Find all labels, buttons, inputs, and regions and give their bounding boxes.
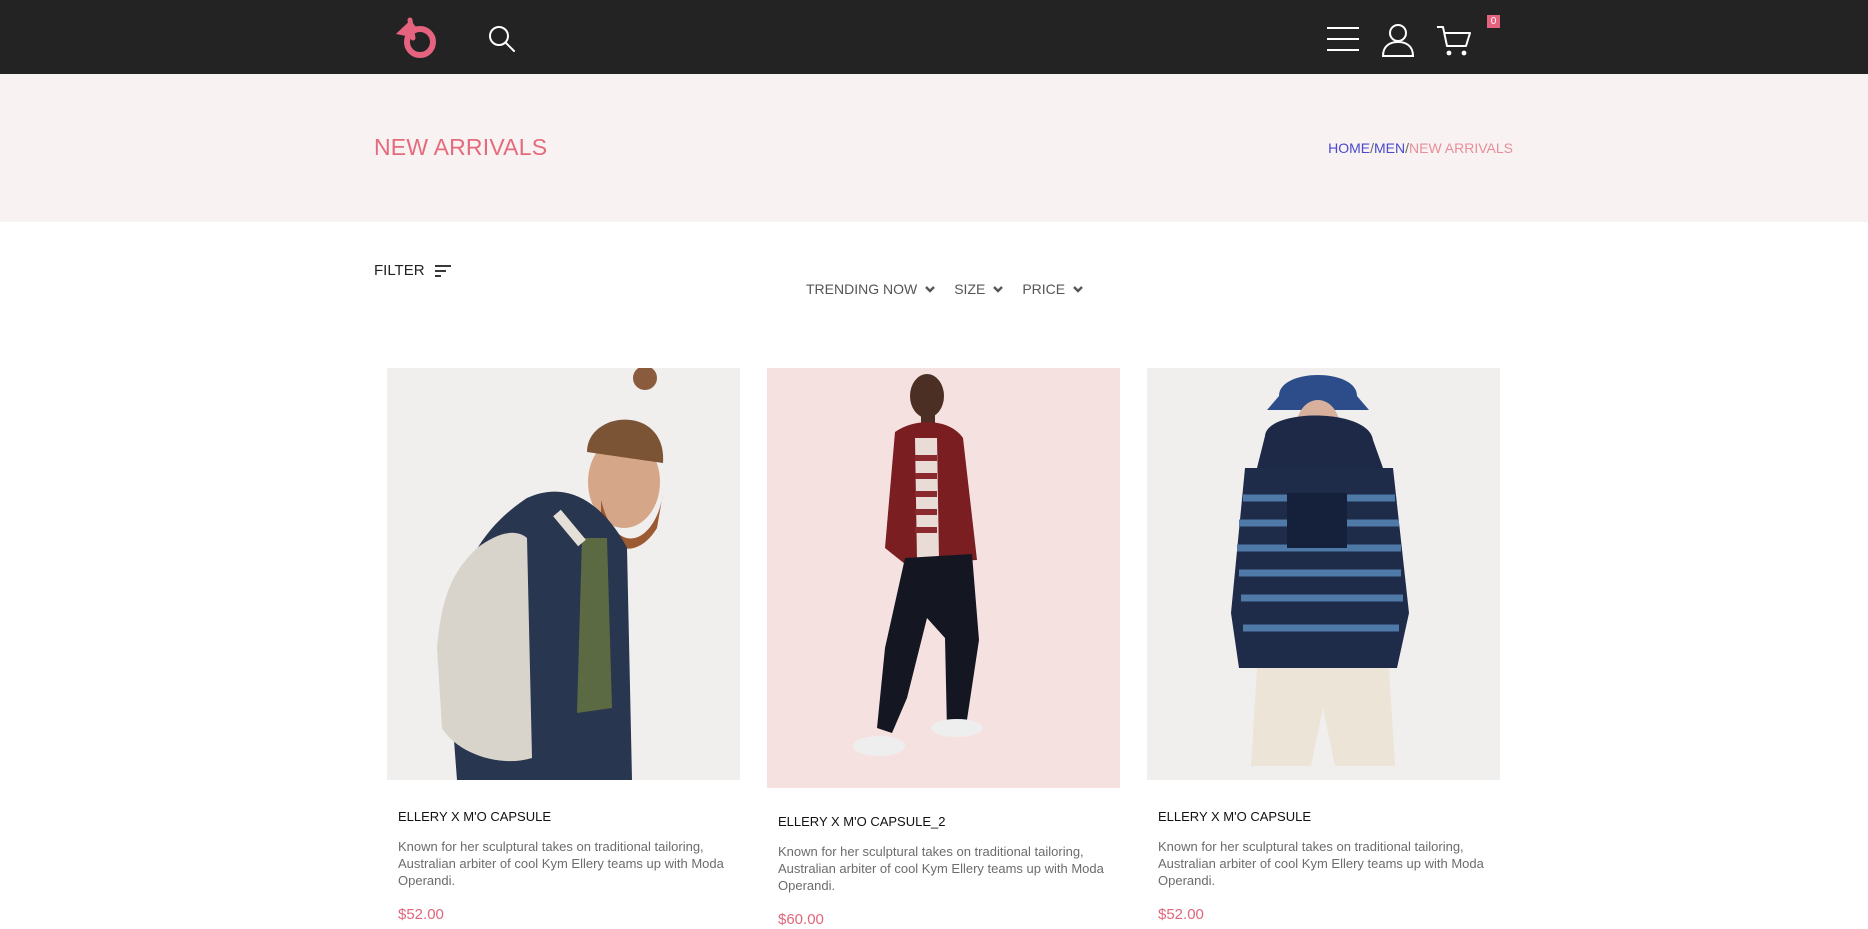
cart-count-badge: 0 (1487, 15, 1500, 28)
product-title[interactable]: ELLERY X M'O CAPSULE (398, 809, 551, 824)
breadcrumb: HOME/MEN/NEW ARRIVALS (1328, 140, 1513, 156)
product-photo-man-walking (767, 368, 1120, 788)
breadcrumb-current: NEW ARRIVALS (1409, 140, 1513, 156)
product-price: $52.00 (1158, 906, 1204, 923)
product-price: $52.00 (398, 906, 444, 923)
filter-label: FILTER (374, 262, 425, 279)
filter-button[interactable]: FILTER (374, 262, 452, 279)
filter-lines-icon (434, 264, 451, 277)
chevron-down-icon (1073, 286, 1083, 293)
product-description: Known for her sculptural takes on tradit… (398, 839, 724, 888)
product-card[interactable]: ELLERY X M'O CAPSULE Known for her sculp… (1147, 368, 1500, 929)
page-title: NEW ARRIVALS (374, 134, 548, 160)
cart-icon[interactable] (1436, 24, 1472, 58)
chevron-down-icon (993, 286, 1004, 293)
product-card[interactable]: ELLERY X M'O CAPSULE Known for her sculp… (387, 368, 740, 929)
sort-size-dropdown[interactable]: SIZE (954, 281, 1004, 297)
sort-size-label: SIZE (954, 281, 986, 297)
product-card[interactable]: ELLERY X M'O CAPSULE_2 Known for her scu… (767, 368, 1120, 929)
page-header-banner (0, 74, 1868, 222)
sort-trending-dropdown[interactable]: TRENDING NOW (806, 281, 936, 297)
product-title[interactable]: ELLERY X M'O CAPSULE (1158, 809, 1311, 824)
product-description: Known for her sculptural takes on tradit… (1158, 839, 1484, 888)
sort-options: TRENDING NOW SIZE PRICE (806, 281, 1084, 297)
search-icon[interactable] (488, 25, 516, 53)
top-navigation-bar: 0 (0, 0, 1868, 74)
sort-price-dropdown[interactable]: PRICE (1022, 281, 1084, 297)
sort-trending-label: TRENDING NOW (806, 281, 918, 297)
product-image[interactable] (767, 368, 1120, 788)
product-photo-man-backpack (387, 368, 740, 780)
user-icon[interactable] (1381, 23, 1415, 57)
brand-logo-icon[interactable] (392, 16, 442, 60)
chevron-down-icon (925, 286, 936, 293)
product-photo-man-hoodie (1147, 368, 1500, 780)
breadcrumb-men-link[interactable]: MEN (1374, 140, 1405, 156)
product-image[interactable] (1147, 368, 1500, 780)
breadcrumb-home-link[interactable]: HOME (1328, 140, 1370, 156)
product-price: $60.00 (778, 911, 824, 928)
product-image[interactable] (387, 368, 740, 780)
sort-price-label: PRICE (1022, 281, 1066, 297)
product-description: Known for her sculptural takes on tradit… (778, 844, 1104, 893)
product-title[interactable]: ELLERY X M'O CAPSULE_2 (778, 814, 945, 829)
hamburger-menu-icon[interactable] (1326, 26, 1360, 52)
